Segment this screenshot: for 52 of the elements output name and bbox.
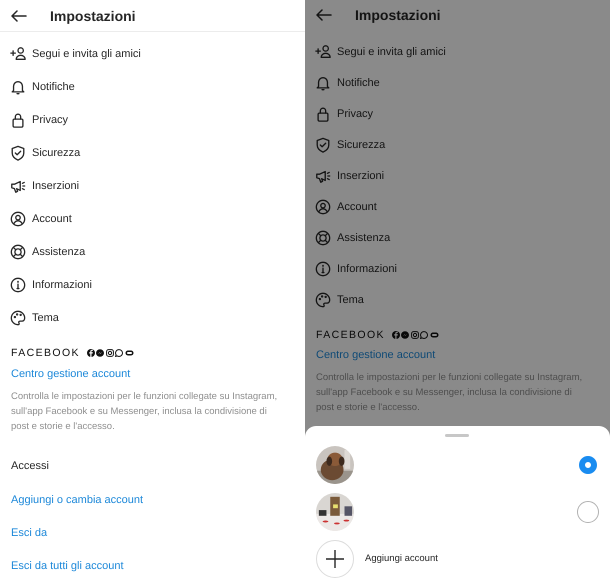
shield-check-icon xyxy=(10,144,26,160)
menu-item[interactable]: Informazioni xyxy=(32,278,92,290)
lock-icon xyxy=(315,106,331,122)
palette-icon xyxy=(10,310,26,326)
menu-item[interactable]: Privacy xyxy=(337,108,374,120)
menu-item[interactable]: Privacy xyxy=(32,114,68,126)
add-account-button[interactable]: Aggiungi account xyxy=(365,553,438,564)
menu-item[interactable]: Assistenza xyxy=(32,246,86,258)
brand-heading: FACEBOOK xyxy=(11,347,80,359)
radio-button[interactable] xyxy=(579,456,597,474)
menu-item[interactable]: Assistenza xyxy=(337,232,390,244)
drag-handle[interactable] xyxy=(445,434,469,437)
bell-icon xyxy=(10,78,26,94)
lifebuoy-icon xyxy=(315,230,331,246)
menu-item[interactable]: Segui e invita gli amici xyxy=(32,48,141,60)
bell-icon xyxy=(315,74,331,90)
menu-item[interactable]: Sicurezza xyxy=(32,146,80,158)
palette-icon xyxy=(315,292,331,308)
lifebuoy-icon xyxy=(10,244,26,260)
account-center-link[interactable]: Centro gestione account xyxy=(305,347,436,363)
menu-item[interactable]: Informazioni xyxy=(337,262,397,274)
shield-check-icon xyxy=(315,136,331,152)
add-person-icon xyxy=(315,44,331,60)
account-icon xyxy=(315,198,331,214)
description-text: Controlla le impostazioni per le funzioni collegate su Instagram, sull'app Facebook e su Messenger, inclusa la condivisione di post e storie e l'accesso. xyxy=(315,371,584,415)
description-text: Controlla le impostazioni per le funzioni collegate su Instagram, sull'app Facebook e su Messenger, inclusa la condivisione di post e storie e l'accesso. xyxy=(10,390,278,434)
menu-item[interactable]: Tema xyxy=(337,294,364,306)
lock-icon xyxy=(10,112,26,128)
action-link[interactable]: Esci da tutti gli account xyxy=(0,550,124,579)
menu-item[interactable]: Segui e invita gli amici xyxy=(337,46,446,58)
action-link[interactable]: Esci da xyxy=(0,517,48,550)
info-icon xyxy=(315,260,331,276)
action-link[interactable]: Aggiungi o cambia account xyxy=(0,484,144,517)
add-icon[interactable] xyxy=(316,540,354,578)
info-icon xyxy=(10,276,26,292)
menu-item[interactable]: Account xyxy=(337,200,377,212)
menu-item[interactable]: Sicurezza xyxy=(337,138,386,150)
menu-item[interactable]: Notifiche xyxy=(32,80,75,92)
screen-title: Impostazioni xyxy=(355,7,441,23)
back-icon[interactable] xyxy=(11,10,27,22)
radio-button[interactable] xyxy=(577,500,599,522)
brand-heading: FACEBOOK xyxy=(316,329,385,341)
screen-title: Impostazioni xyxy=(50,8,136,24)
menu-item[interactable]: Inserzioni xyxy=(337,170,384,182)
section-heading: Accessi xyxy=(10,459,49,474)
menu-item[interactable]: Inserzioni xyxy=(32,180,80,192)
menu-item[interactable]: Tema xyxy=(32,312,59,324)
menu-item[interactable]: Notifiche xyxy=(337,76,380,88)
menu-item[interactable]: Account xyxy=(32,212,72,224)
account-icon xyxy=(10,210,26,226)
account-center-link[interactable]: Centro gestione account xyxy=(0,366,130,382)
add-person-icon xyxy=(10,46,26,62)
